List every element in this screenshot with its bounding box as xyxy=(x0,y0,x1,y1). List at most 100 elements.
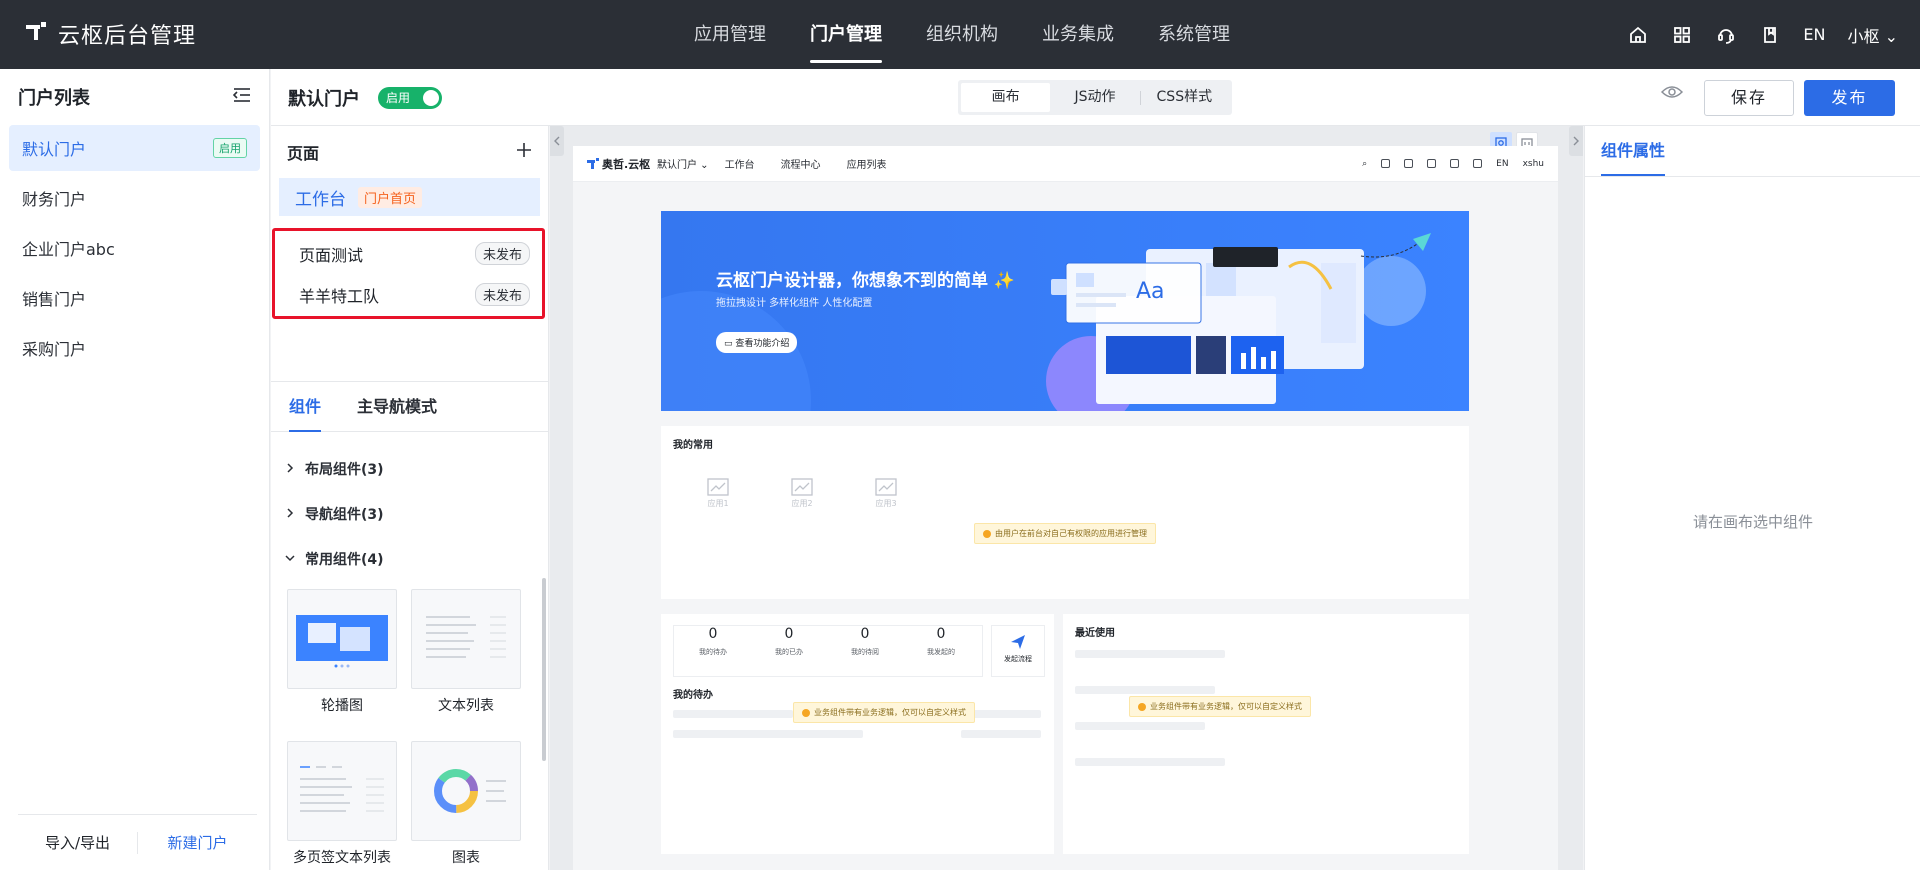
import-export-button[interactable]: 导入/导出 xyxy=(18,832,137,853)
preview-bell-icon[interactable] xyxy=(1427,159,1437,168)
collapse-menu-icon[interactable] xyxy=(232,87,251,107)
user-menu[interactable]: 小枢 ⌄ xyxy=(1847,23,1898,47)
preview-theme-icon[interactable] xyxy=(1381,159,1391,168)
tab-js-actions[interactable]: JS动作 xyxy=(1050,83,1139,112)
card-label: 多页签文本列表 xyxy=(293,850,391,866)
banner-subtitle: 拖拉拽设计 多样化组件 人性化配置 xyxy=(716,298,873,309)
preview-docs-icon[interactable] xyxy=(1473,159,1483,168)
tab-canvas[interactable]: 画布 xyxy=(961,83,1051,112)
banner-card-text: Aa xyxy=(1136,279,1165,304)
logo-icon xyxy=(26,22,46,46)
nav-organization[interactable]: 组织机构 xyxy=(904,0,1020,69)
tab-components[interactable]: 组件 xyxy=(289,382,322,432)
stat-to-read[interactable]: 0 我的待阅 xyxy=(825,626,905,658)
app-item[interactable]: 应用2 xyxy=(791,478,813,509)
common-apps-section[interactable]: 我的常用 应用1 应用2 应用3 由用户在前台对自己有权限的应用进行管理 xyxy=(661,426,1469,599)
group-navigation[interactable]: 导航组件(3) xyxy=(285,491,384,536)
collapse-right-button[interactable] xyxy=(1569,126,1583,156)
recent-used-section[interactable]: 最近使用 业务组件带有业务逻辑，仅可以自定义样式 xyxy=(1063,614,1469,854)
main-nav: 应用管理 门户管理 组织机构 业务集成 系统管理 xyxy=(672,0,1252,69)
tip-text: 业务组件带有业务逻辑，仅可以自定义样式 xyxy=(1150,702,1302,711)
chevron-right-icon xyxy=(285,461,295,477)
stat-done[interactable]: 0 我的已办 xyxy=(749,626,829,658)
portal-item-purchase[interactable]: 采购门户 xyxy=(9,325,260,371)
component-card-chart[interactable]: 图表 xyxy=(411,741,521,870)
tab-component-properties[interactable]: 组件属性 xyxy=(1601,126,1666,176)
chevron-down-icon xyxy=(285,551,295,567)
preview-menu-process[interactable]: 流程中心 xyxy=(781,156,821,171)
add-page-icon[interactable] xyxy=(516,142,532,162)
top-right-tools: EN 小枢 ⌄ xyxy=(1627,0,1898,69)
tab-main-nav-mode[interactable]: 主导航模式 xyxy=(357,382,437,431)
common-apps-title: 我的常用 xyxy=(673,440,713,451)
preview-nav-bar: 奥哲.云枢 默认门户 ⌄ 工作台 流程中心 应用列表 ⌕ EN xshu xyxy=(573,146,1558,182)
unpublished-badge: 未发布 xyxy=(474,242,530,265)
placeholder-row xyxy=(1075,722,1205,730)
portal-item-label: 采购门户 xyxy=(22,340,87,359)
support-icon[interactable] xyxy=(1715,24,1737,46)
portal-item-finance[interactable]: 财务门户 xyxy=(9,175,260,221)
component-cards: 轮播图 文本列表 多页签文本列表 图表 xyxy=(287,589,539,870)
placeholder-row xyxy=(1075,650,1225,658)
tab-css-styles[interactable]: CSS样式 xyxy=(1139,83,1229,112)
preview-user[interactable]: xshu xyxy=(1523,159,1544,169)
common-apps-tip: 由用户在前台对自己有权限的应用进行管理 xyxy=(974,523,1156,544)
app-item[interactable]: 应用3 xyxy=(875,478,897,509)
nav-system[interactable]: 系统管理 xyxy=(1136,0,1252,69)
stat-label: 我的待办 xyxy=(699,648,727,656)
chart-thumbnail xyxy=(411,741,521,841)
preview-lang[interactable]: EN xyxy=(1496,159,1508,169)
docs-icon[interactable] xyxy=(1759,24,1781,46)
new-portal-button[interactable]: 新建门户 xyxy=(138,832,257,853)
nav-integration[interactable]: 业务集成 xyxy=(1020,0,1136,69)
preview-search-icon[interactable]: ⌕ xyxy=(1362,159,1367,169)
preview-logo-text: 奥哲.云枢 xyxy=(602,157,651,171)
preview-support-icon[interactable] xyxy=(1450,159,1460,168)
preview-eye-icon[interactable] xyxy=(1660,84,1684,104)
nav-portal-management[interactable]: 门户管理 xyxy=(788,0,904,69)
toggle-knob xyxy=(423,90,439,106)
banner-intro-button[interactable]: ▭ 查看功能介绍 xyxy=(716,332,798,353)
portal-preview[interactable]: 奥哲.云枢 默认门户 ⌄ 工作台 流程中心 应用列表 ⌕ EN xshu Aa … xyxy=(573,146,1558,870)
panel-scrollbar[interactable] xyxy=(542,578,546,761)
unpublished-badge: 未发布 xyxy=(474,283,530,306)
save-button[interactable]: 保存 xyxy=(1704,80,1794,116)
tip-text: 由用户在前台对自己有权限的应用进行管理 xyxy=(995,529,1147,538)
text-list-thumbnail xyxy=(411,589,521,689)
user-name: 小枢 xyxy=(1847,26,1880,46)
preview-desktop-icon[interactable] xyxy=(1404,159,1414,168)
language-switch[interactable]: EN xyxy=(1803,25,1825,44)
app-item[interactable]: 应用1 xyxy=(707,478,729,509)
portal-list-panel: 门户列表 默认门户 启用 财务门户 企业门户abc 销售门户 采购门户 导入/导… xyxy=(0,69,270,870)
stat-todo[interactable]: 0 我的待办 xyxy=(673,626,753,658)
portal-list-footer: 导入/导出 新建门户 xyxy=(18,814,257,870)
page-item-home[interactable]: 工作台 门户首页 xyxy=(279,178,540,216)
my-tasks-section[interactable]: 0 我的待办 0 我的已办 0 我的待阅 0 我发起的 发起流程 我的待办 业务组件带有… xyxy=(661,614,1054,854)
publish-button[interactable]: 发布 xyxy=(1804,80,1895,116)
portal-item-default[interactable]: 默认门户 启用 xyxy=(9,125,260,171)
collapse-left-button[interactable] xyxy=(550,126,564,156)
preview-menu-workbench[interactable]: 工作台 xyxy=(725,156,755,171)
start-process-button[interactable]: 发起流程 xyxy=(991,625,1045,677)
chevron-right-icon xyxy=(285,506,295,522)
portal-item-label: 企业门户abc xyxy=(22,240,115,259)
component-card-carousel[interactable]: 轮播图 xyxy=(287,589,397,741)
enable-toggle[interactable]: 启用 xyxy=(378,87,442,109)
page-item-sheep-team[interactable]: 羊羊特工队 未发布 xyxy=(275,274,542,315)
nav-app-management[interactable]: 应用管理 xyxy=(672,0,788,69)
brand[interactable]: 云枢后台管理 xyxy=(26,18,196,50)
carousel-banner[interactable]: Aa 云枢门户设计器，你想象不到的简单 ✨ 拖拉拽设计 多样化组件 人性化配置 … xyxy=(661,211,1469,411)
page-item-test[interactable]: 页面测试 未发布 xyxy=(275,233,542,274)
home-icon[interactable] xyxy=(1627,24,1649,46)
portal-item-sales[interactable]: 销售门户 xyxy=(9,275,260,321)
preview-menu-apps[interactable]: 应用列表 xyxy=(847,156,887,171)
apps-grid-icon[interactable] xyxy=(1671,24,1693,46)
group-common[interactable]: 常用组件(4) xyxy=(285,536,384,581)
group-layout[interactable]: 布局组件(3) xyxy=(285,446,384,491)
chevron-down-icon: ⌄ xyxy=(1884,26,1898,46)
component-card-multi-tab-list[interactable]: 多页签文本列表 xyxy=(287,741,397,870)
portal-item-enterprise[interactable]: 企业门户abc xyxy=(9,225,260,271)
component-card-text-list[interactable]: 文本列表 xyxy=(411,589,521,741)
preview-portal-select[interactable]: 默认门户 ⌄ xyxy=(657,156,709,171)
stat-initiated[interactable]: 0 我发起的 xyxy=(901,626,981,658)
